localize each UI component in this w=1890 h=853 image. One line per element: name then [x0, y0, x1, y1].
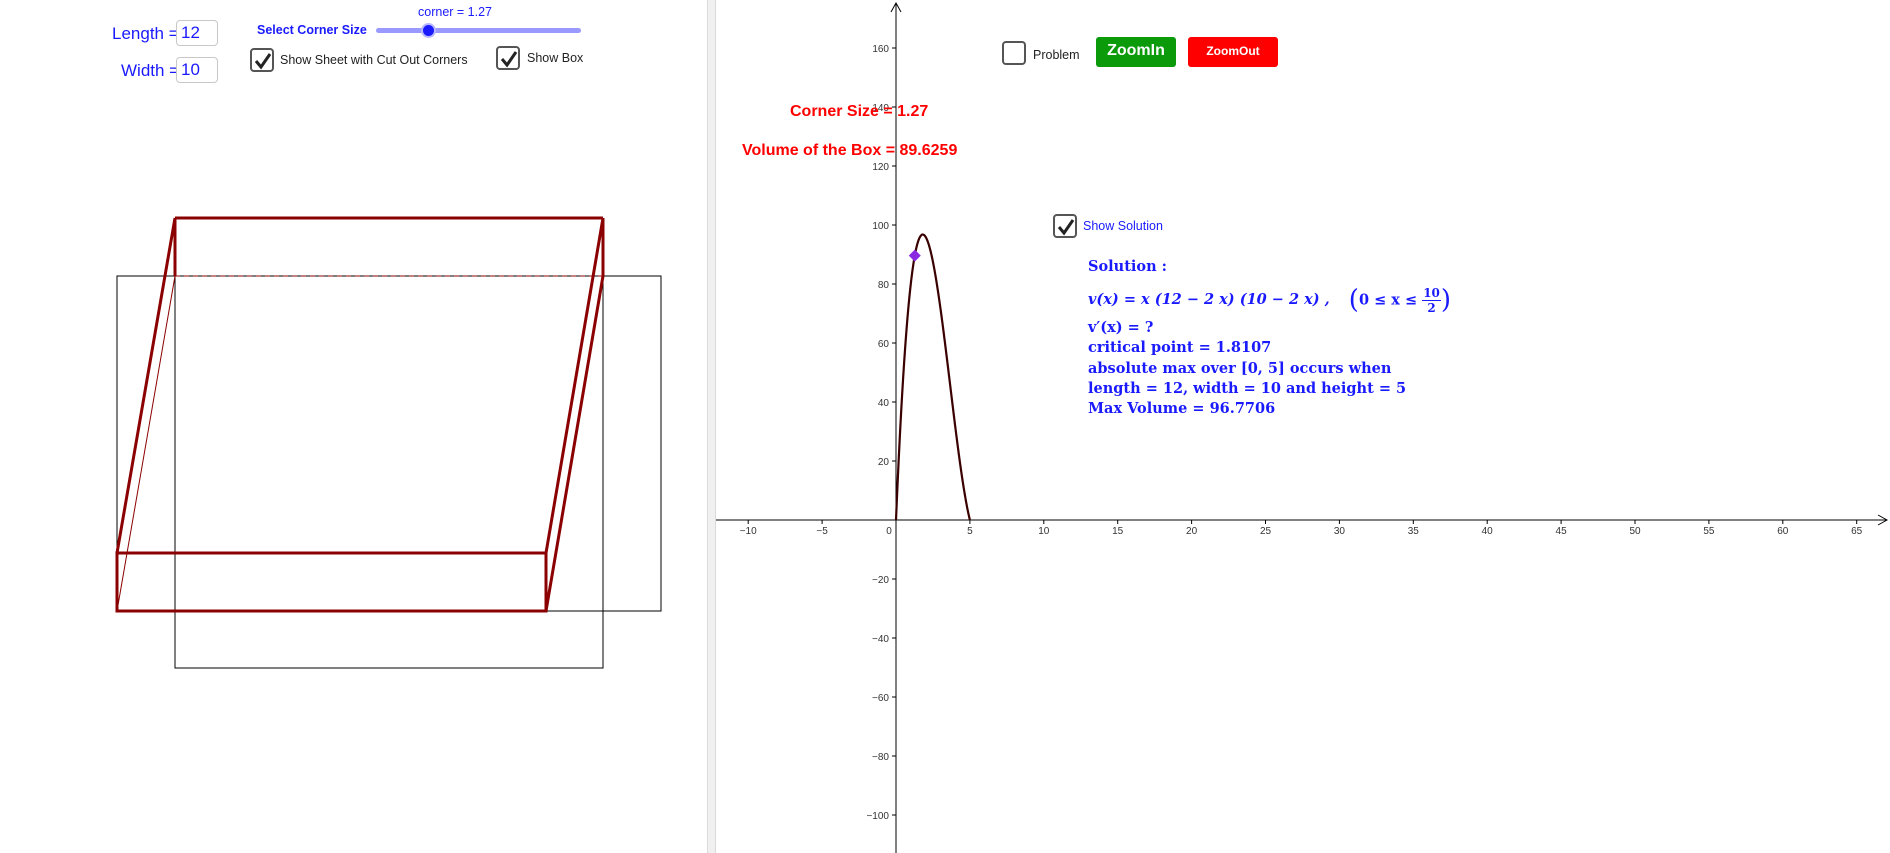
fraction-denominator: 2: [1427, 300, 1436, 315]
paren-right: ): [1440, 285, 1452, 315]
domain-fraction: 10 2: [1422, 286, 1441, 315]
show-solution-checkbox[interactable]: [1053, 214, 1077, 238]
zoom-out-button[interactable]: ZoomOut: [1188, 37, 1278, 67]
x-tick-label: 35: [1408, 526, 1420, 537]
y-tick-label: 120: [872, 162, 889, 173]
y-tick-label: 80: [878, 280, 890, 291]
problem-label: Problem: [1033, 48, 1080, 62]
x-tick-label: 50: [1629, 526, 1641, 537]
checkmark-icon: [1057, 219, 1075, 236]
corner-size-readout: Corner Size = 1.27: [790, 103, 929, 120]
x-tick-label: 25: [1260, 526, 1272, 537]
zoom-in-button[interactable]: ZoomIn: [1096, 37, 1176, 67]
solution-critical-point: critical point = 1.8107: [1088, 339, 1272, 356]
y-tick-label: −100: [866, 811, 889, 822]
x-tick-label: −10: [740, 526, 757, 537]
sheet-outline: [116, 275, 662, 669]
x-tick-label: 30: [1334, 526, 1346, 537]
solution-derivative: v′(x) = ?: [1088, 319, 1154, 336]
problem-checkbox[interactable]: [1002, 41, 1026, 65]
x-tick-label: 65: [1851, 526, 1863, 537]
box-drawing: [115, 216, 662, 669]
y-tick-label: 20: [878, 457, 890, 468]
graph-canvas[interactable]: −10 −5 0 5 10 15 20 25 30 35 40 45 50 55 60 65160140120…: [716, 0, 1890, 853]
y-tick-label: −20: [872, 575, 889, 586]
y-tick-label: −60: [872, 693, 889, 704]
solution-function: v(x) = x (12 − 2 x) (10 − 2 x) , (0 ≤ x …: [1088, 285, 1451, 315]
x-tick-label: 20: [1186, 526, 1198, 537]
solution-heading: Solution :: [1088, 258, 1168, 275]
panel-divider[interactable]: [707, 0, 716, 853]
y-tick-label: 60: [878, 339, 890, 350]
y-tick-label: 160: [872, 44, 889, 55]
box-edges: [115, 216, 605, 613]
fold-lines: [174, 218, 604, 668]
solution-dimensions: length = 12, width = 10 and height = 5: [1088, 380, 1407, 397]
function-expression: v(x) = x (12 − 2 x) (10 − 2 x) ,: [1088, 291, 1330, 308]
y-tick-label: 100: [872, 221, 889, 232]
x-tick-label: 5: [967, 526, 973, 537]
x-tick-label: 60: [1777, 526, 1789, 537]
x-tick-label: 10: [1038, 526, 1050, 537]
paren-left: (: [1348, 285, 1359, 315]
solution-abs-max: absolute max over [0, 5] occurs when: [1088, 360, 1392, 377]
y-tick-label: −80: [872, 752, 889, 763]
y-tick-label: −40: [872, 634, 889, 645]
x-tick-label: 55: [1703, 526, 1715, 537]
x-tick-label: 45: [1556, 526, 1568, 537]
x-tick-label: 15: [1112, 526, 1124, 537]
volume-curve: [894, 233, 971, 521]
x-tick-label: −5: [816, 526, 828, 537]
x-tick-label: 0: [886, 526, 892, 537]
y-tick-label: 40: [878, 398, 890, 409]
fraction-numerator: 10: [1422, 285, 1441, 301]
solution-max-volume: Max Volume = 96.7706: [1088, 400, 1276, 417]
show-solution-label: Show Solution: [1083, 219, 1163, 233]
domain-prefix: 0 ≤ x ≤: [1358, 291, 1418, 309]
volume-readout: Volume of the Box = 89.6259: [742, 142, 958, 159]
current-volume-point: [908, 249, 921, 262]
box-hidden-edges: [116, 275, 603, 612]
x-tick-label: 40: [1482, 526, 1494, 537]
